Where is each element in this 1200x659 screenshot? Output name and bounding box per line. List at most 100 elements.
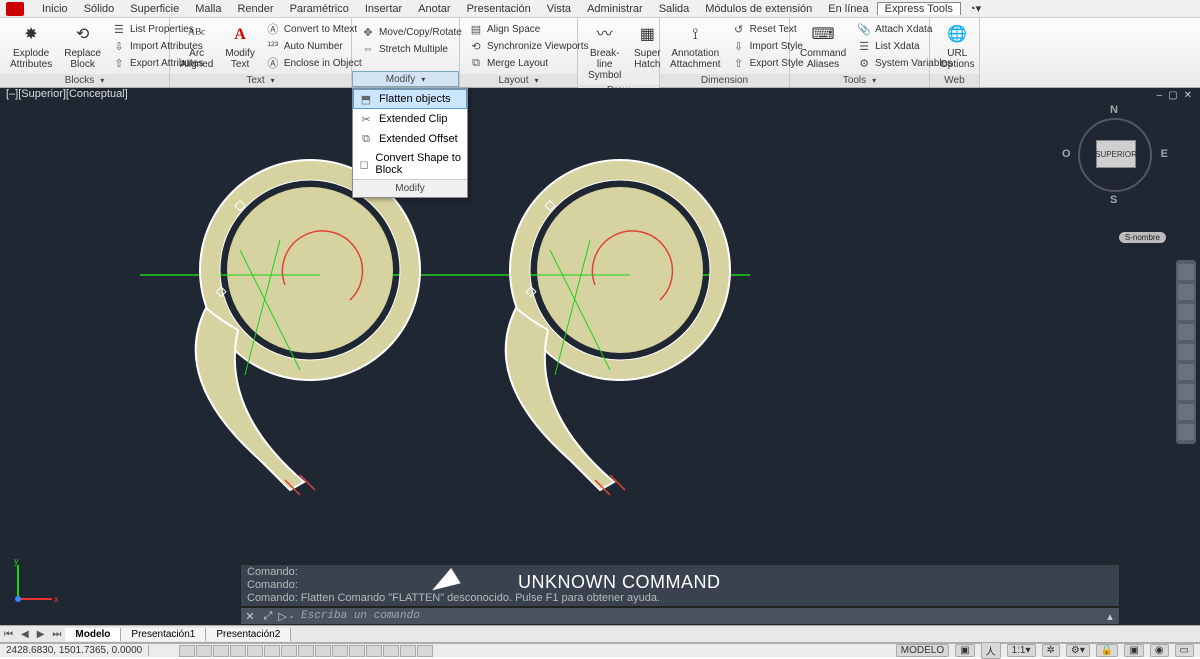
- nav-extra-2[interactable]: [1178, 384, 1194, 400]
- ucs-icon[interactable]: x y: [10, 557, 60, 607]
- menu-presentacion[interactable]: Presentación: [459, 3, 539, 15]
- viewcube-west[interactable]: O: [1062, 148, 1071, 160]
- viewcube-north[interactable]: N: [1110, 104, 1118, 116]
- status-layer-icon[interactable]: ▣: [955, 644, 974, 657]
- panel-title-modify[interactable]: Modify: [352, 71, 459, 87]
- close-icon[interactable]: ✕: [1184, 90, 1192, 101]
- extra-toggle[interactable]: [417, 645, 433, 657]
- url-options-button[interactable]: 🌐URLOptions: [934, 20, 980, 72]
- status-lock-icon[interactable]: 🔒: [1096, 644, 1118, 657]
- orbit-button[interactable]: [1178, 324, 1194, 340]
- status-anno-icon[interactable]: 人: [981, 642, 1001, 659]
- grid-toggle[interactable]: [196, 645, 212, 657]
- menu-insertar[interactable]: Insertar: [357, 3, 410, 15]
- snap-toggle[interactable]: [179, 645, 195, 657]
- menu-administrar[interactable]: Administrar: [579, 3, 651, 15]
- minimize-icon[interactable]: –: [1157, 90, 1163, 101]
- menu-render[interactable]: Render: [229, 3, 281, 15]
- dropdown-extended-clip[interactable]: ✂Extended Clip: [353, 109, 467, 129]
- model-space-button[interactable]: MODELO: [896, 644, 949, 657]
- sync-viewports-button[interactable]: ⟲Synchronize Viewports: [466, 38, 592, 54]
- dyn-toggle[interactable]: [315, 645, 331, 657]
- panel-title-tools[interactable]: Tools: [790, 74, 929, 87]
- ortho-toggle[interactable]: [213, 645, 229, 657]
- status-isolate-icon[interactable]: ◉: [1150, 644, 1169, 657]
- menu-vista[interactable]: Vista: [539, 3, 579, 15]
- menu-express-tools[interactable]: Express Tools: [877, 2, 961, 15]
- viewcube-face[interactable]: SUPERIOR: [1096, 140, 1136, 168]
- status-anno-vis-icon[interactable]: ✲: [1042, 644, 1060, 657]
- explode-attributes-button[interactable]: ✸ExplodeAttributes: [4, 20, 58, 72]
- merge-layout-button[interactable]: ⧉Merge Layout: [466, 55, 592, 71]
- viewport-label[interactable]: [–][Superior][Conceptual]: [6, 88, 128, 100]
- annotation-attachment-button[interactable]: ⟟AnnotationAttachment: [664, 20, 727, 72]
- move-copy-rotate-button[interactable]: ✥Move/Copy/Rotate: [358, 24, 465, 40]
- menu-malla[interactable]: Malla: [187, 3, 229, 15]
- menu-salida[interactable]: Salida: [651, 3, 698, 15]
- lwt-toggle[interactable]: [332, 645, 348, 657]
- app-icon[interactable]: [6, 2, 24, 16]
- dropdown-flatten[interactable]: ⬒Flatten objects: [353, 89, 467, 109]
- status-clean-icon[interactable]: ▭: [1175, 644, 1194, 657]
- qp-toggle[interactable]: [366, 645, 382, 657]
- replace-block-button[interactable]: ⟲ReplaceBlock: [58, 20, 107, 72]
- snombre-badge[interactable]: S-nombre: [1119, 232, 1166, 243]
- menu-inicio[interactable]: Inicio: [34, 3, 76, 15]
- menu-parametrico[interactable]: Paramétrico: [282, 3, 357, 15]
- command-input[interactable]: Escriba un comando: [295, 610, 1101, 622]
- convert-mtext-button[interactable]: ⒶConvert to Mtext: [263, 21, 365, 37]
- nav-extra-4[interactable]: [1178, 424, 1194, 440]
- zoom-button[interactable]: [1178, 304, 1194, 320]
- panel-title-text[interactable]: Text: [170, 74, 351, 87]
- panel-title-blocks[interactable]: Blocks: [0, 74, 169, 87]
- stretch-multiple-button[interactable]: ⇔Stretch Multiple: [358, 41, 465, 57]
- nav-wheel-button[interactable]: [1178, 264, 1194, 280]
- arc-aligned-button[interactable]: ᴬᴮᶜArcAligned: [174, 20, 219, 72]
- restore-icon[interactable]: ▢: [1168, 90, 1177, 101]
- viewcube-east[interactable]: E: [1161, 148, 1168, 160]
- enclose-object-button[interactable]: ⒶEnclose in Object: [263, 55, 365, 71]
- command-options-icon[interactable]: ⤢: [259, 608, 277, 624]
- osnap-toggle[interactable]: [247, 645, 263, 657]
- tab-nav-next[interactable]: ▶: [33, 629, 49, 640]
- tab-nav-last[interactable]: ⏭: [48, 629, 65, 640]
- tpy-toggle[interactable]: [349, 645, 365, 657]
- coordinates-readout[interactable]: 2428.6830, 1501.7365, 0.0000: [0, 645, 149, 656]
- sc-toggle[interactable]: [383, 645, 399, 657]
- menu-enlinea[interactable]: En línea: [820, 3, 876, 15]
- tab-model[interactable]: Modelo: [65, 628, 121, 641]
- tab-nav-prev[interactable]: ◀: [17, 629, 33, 640]
- viewcube[interactable]: SUPERIOR N S E O: [1060, 100, 1170, 210]
- otrack-toggle[interactable]: [281, 645, 297, 657]
- auto-number-button[interactable]: ¹²³Auto Number: [263, 38, 365, 54]
- pan-button[interactable]: [1178, 284, 1194, 300]
- status-hardware-icon[interactable]: ▣: [1124, 644, 1143, 657]
- menu-superficie[interactable]: Superficie: [122, 3, 187, 15]
- annotation-scale[interactable]: 1:1▾: [1007, 644, 1036, 657]
- menu-solido[interactable]: Sólido: [76, 3, 123, 15]
- tab-nav-first[interactable]: ⏮: [0, 629, 17, 640]
- dropdown-extended-offset[interactable]: ⧉Extended Offset: [353, 129, 467, 149]
- menu-modulos[interactable]: Módulos de extensión: [697, 3, 820, 15]
- command-aliases-button[interactable]: ⌨CommandAliases: [794, 20, 852, 72]
- am-toggle[interactable]: [400, 645, 416, 657]
- command-close-icon[interactable]: ✕: [241, 608, 259, 624]
- panel-title-layout[interactable]: Layout: [460, 74, 577, 87]
- menu-anotar[interactable]: Anotar: [410, 3, 458, 15]
- modify-text-button[interactable]: AModifyText: [219, 20, 260, 72]
- showmotion-button[interactable]: [1178, 344, 1194, 360]
- 3dosnap-toggle[interactable]: [264, 645, 280, 657]
- align-space-button[interactable]: ▤Align Space: [466, 21, 592, 37]
- nav-extra-3[interactable]: [1178, 404, 1194, 420]
- dropdown-convert-shape[interactable]: ◻Convert Shape to Block: [353, 149, 467, 179]
- nav-extra-1[interactable]: [1178, 364, 1194, 380]
- tab-presentacion1[interactable]: Presentación1: [121, 628, 206, 641]
- command-expand-icon[interactable]: ▴: [1101, 608, 1119, 624]
- viewcube-south[interactable]: S: [1110, 194, 1117, 206]
- polar-toggle[interactable]: [230, 645, 246, 657]
- status-workspace-icon[interactable]: ⚙▾: [1066, 644, 1090, 657]
- tab-presentacion2[interactable]: Presentación2: [206, 628, 291, 641]
- breakline-button[interactable]: 〰Break-lineSymbol: [582, 20, 627, 83]
- menu-extra-icon[interactable]: ◔▾: [961, 2, 989, 15]
- ducs-toggle[interactable]: [298, 645, 314, 657]
